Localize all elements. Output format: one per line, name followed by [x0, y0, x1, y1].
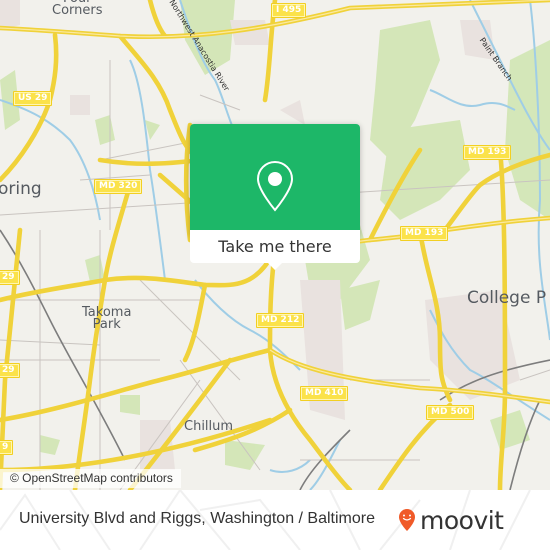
route-shield-us29: 29 — [0, 270, 20, 285]
route-shield-md410: MD 410 — [300, 386, 349, 401]
map-view[interactable]: Four Corners oring Takoma Park College P… — [0, 0, 550, 490]
place-label-college-park: College P — [467, 288, 547, 308]
route-shield-md193: MD 193 — [463, 145, 512, 160]
popup-pointer — [267, 262, 283, 270]
place-label-takoma-park: Takoma Park — [82, 305, 132, 332]
map-attribution[interactable]: © OpenStreetMap contributors — [0, 469, 181, 488]
route-shield-md193: MD 193 — [400, 226, 449, 241]
place-label-chillum: Chillum — [184, 419, 234, 434]
popup-header — [190, 124, 360, 230]
map-pin-icon — [256, 160, 294, 212]
place-label-silver-spring: oring — [0, 179, 42, 199]
take-me-there-button[interactable]: Take me there — [190, 230, 360, 263]
stop-title: University Blvd and Riggs, Washington / … — [19, 510, 375, 527]
route-shield-us29: 9 — [0, 440, 14, 455]
route-shield-us29: US 29 — [13, 91, 53, 106]
route-shield-us29: 29 — [0, 363, 20, 378]
route-shield-md212: MD 212 — [256, 313, 305, 328]
place-label-four-corners: Four Corners — [52, 0, 103, 19]
moovit-pin-icon — [399, 509, 415, 531]
moovit-logo[interactable]: moovit — [398, 502, 504, 538]
moovit-wordmark: moovit — [420, 505, 504, 535]
route-shield-md500: MD 500 — [426, 405, 475, 420]
footer-bar: University Blvd and Riggs, Washington / … — [0, 490, 550, 550]
route-shield-md320: MD 320 — [94, 179, 143, 194]
location-popup: Take me there — [190, 124, 360, 270]
route-shield-i495: I 495 — [271, 3, 307, 18]
